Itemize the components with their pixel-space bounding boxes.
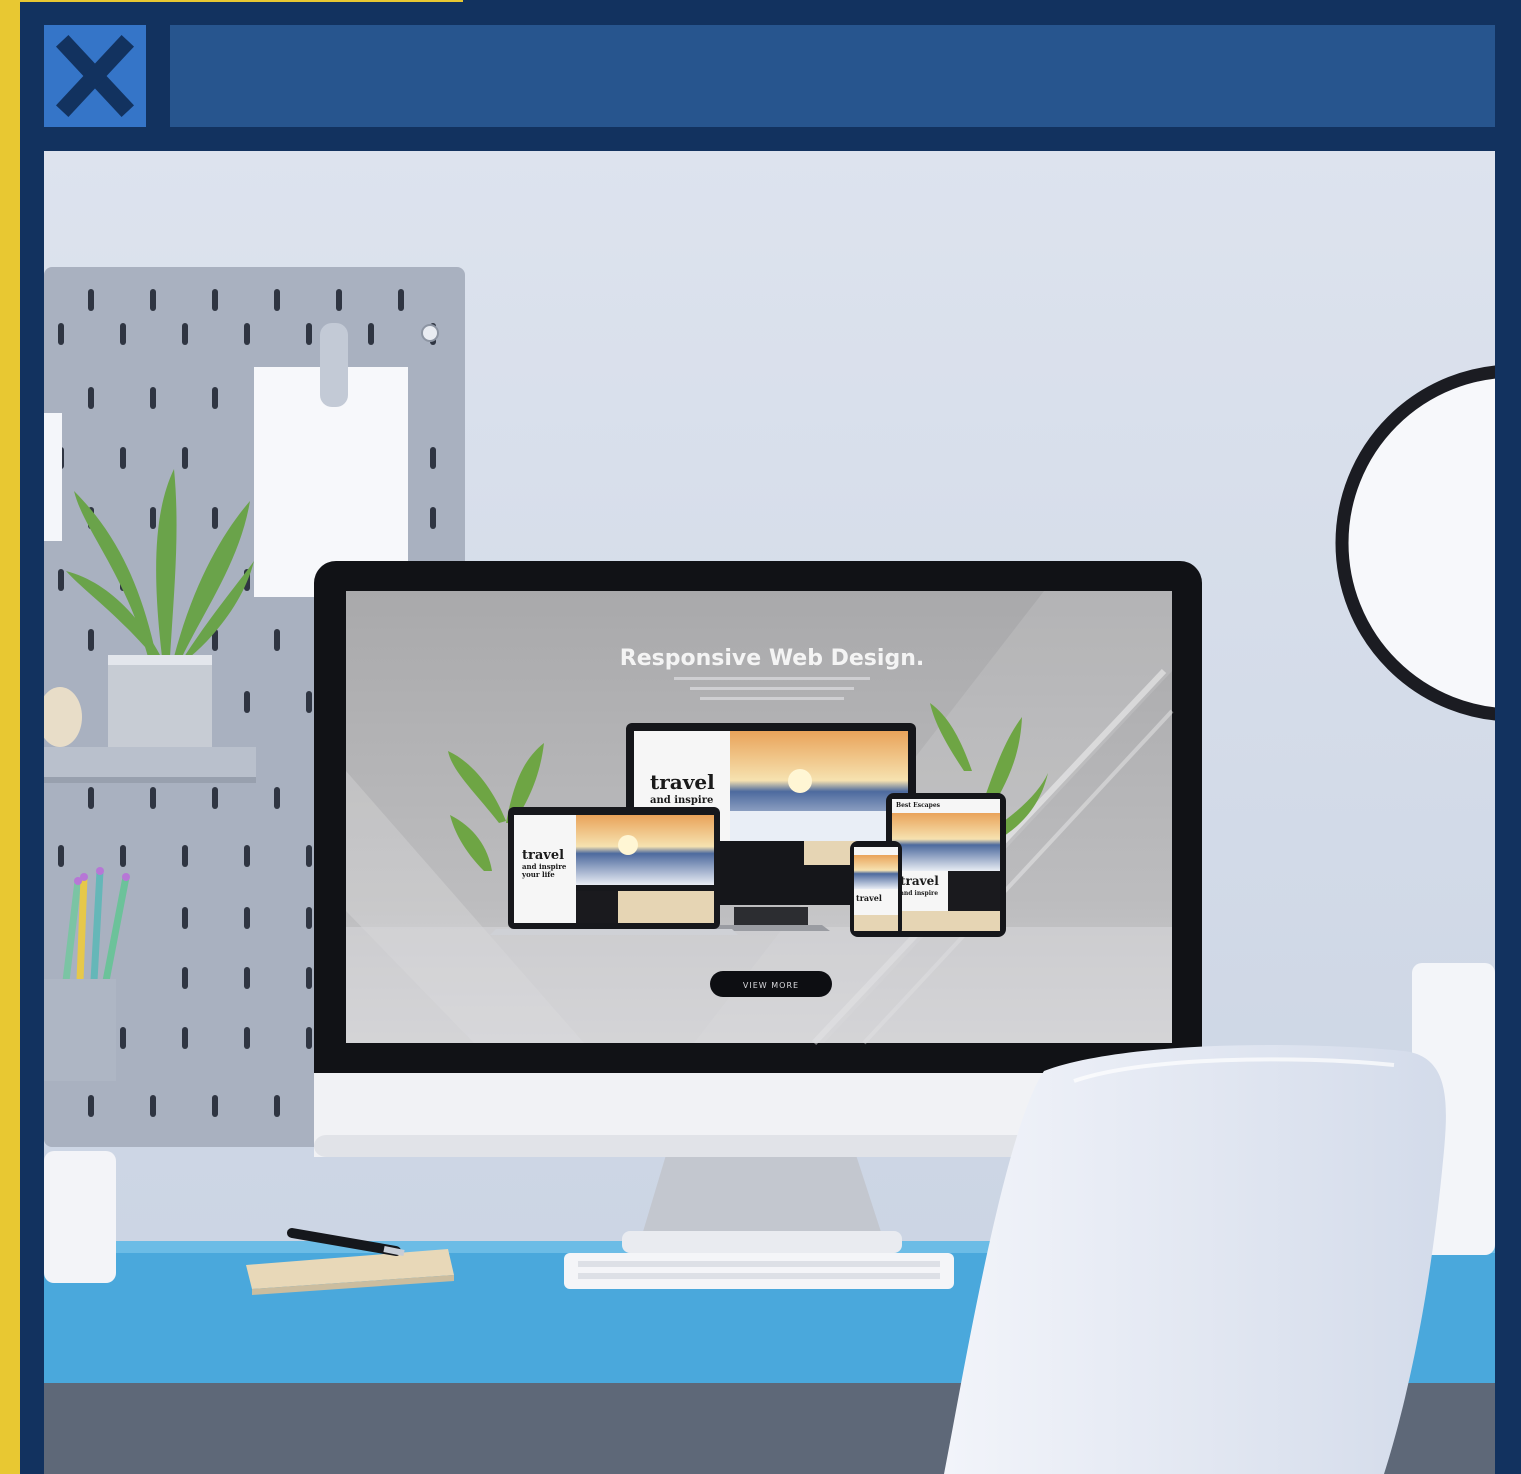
tablet-mockup-brand: Best Escapes xyxy=(896,802,941,809)
tablet-mockup-headline: travel xyxy=(900,874,939,888)
desktop-mockup-headline: travel xyxy=(650,770,715,794)
laptop-mockup-headline: travel xyxy=(522,848,564,863)
laptop-mockup-subline-2: your life xyxy=(521,870,555,879)
close-icon xyxy=(55,34,135,118)
phone-mockup-headline: travel xyxy=(856,893,882,903)
close-button[interactable] xyxy=(44,25,146,127)
accent-strip-top xyxy=(20,0,463,2)
hero-image: Responsive Web Design. travel and inspir… xyxy=(44,151,1495,1474)
desktop-mockup-subline: and inspire xyxy=(650,795,713,806)
tablet-mockup-subline: and inspire xyxy=(900,890,938,897)
screen-headline: Responsive Web Design. xyxy=(620,646,924,671)
title-bar xyxy=(170,25,1495,127)
view-more-label: VIEW MORE xyxy=(743,981,799,990)
accent-strip-left xyxy=(0,0,20,1474)
